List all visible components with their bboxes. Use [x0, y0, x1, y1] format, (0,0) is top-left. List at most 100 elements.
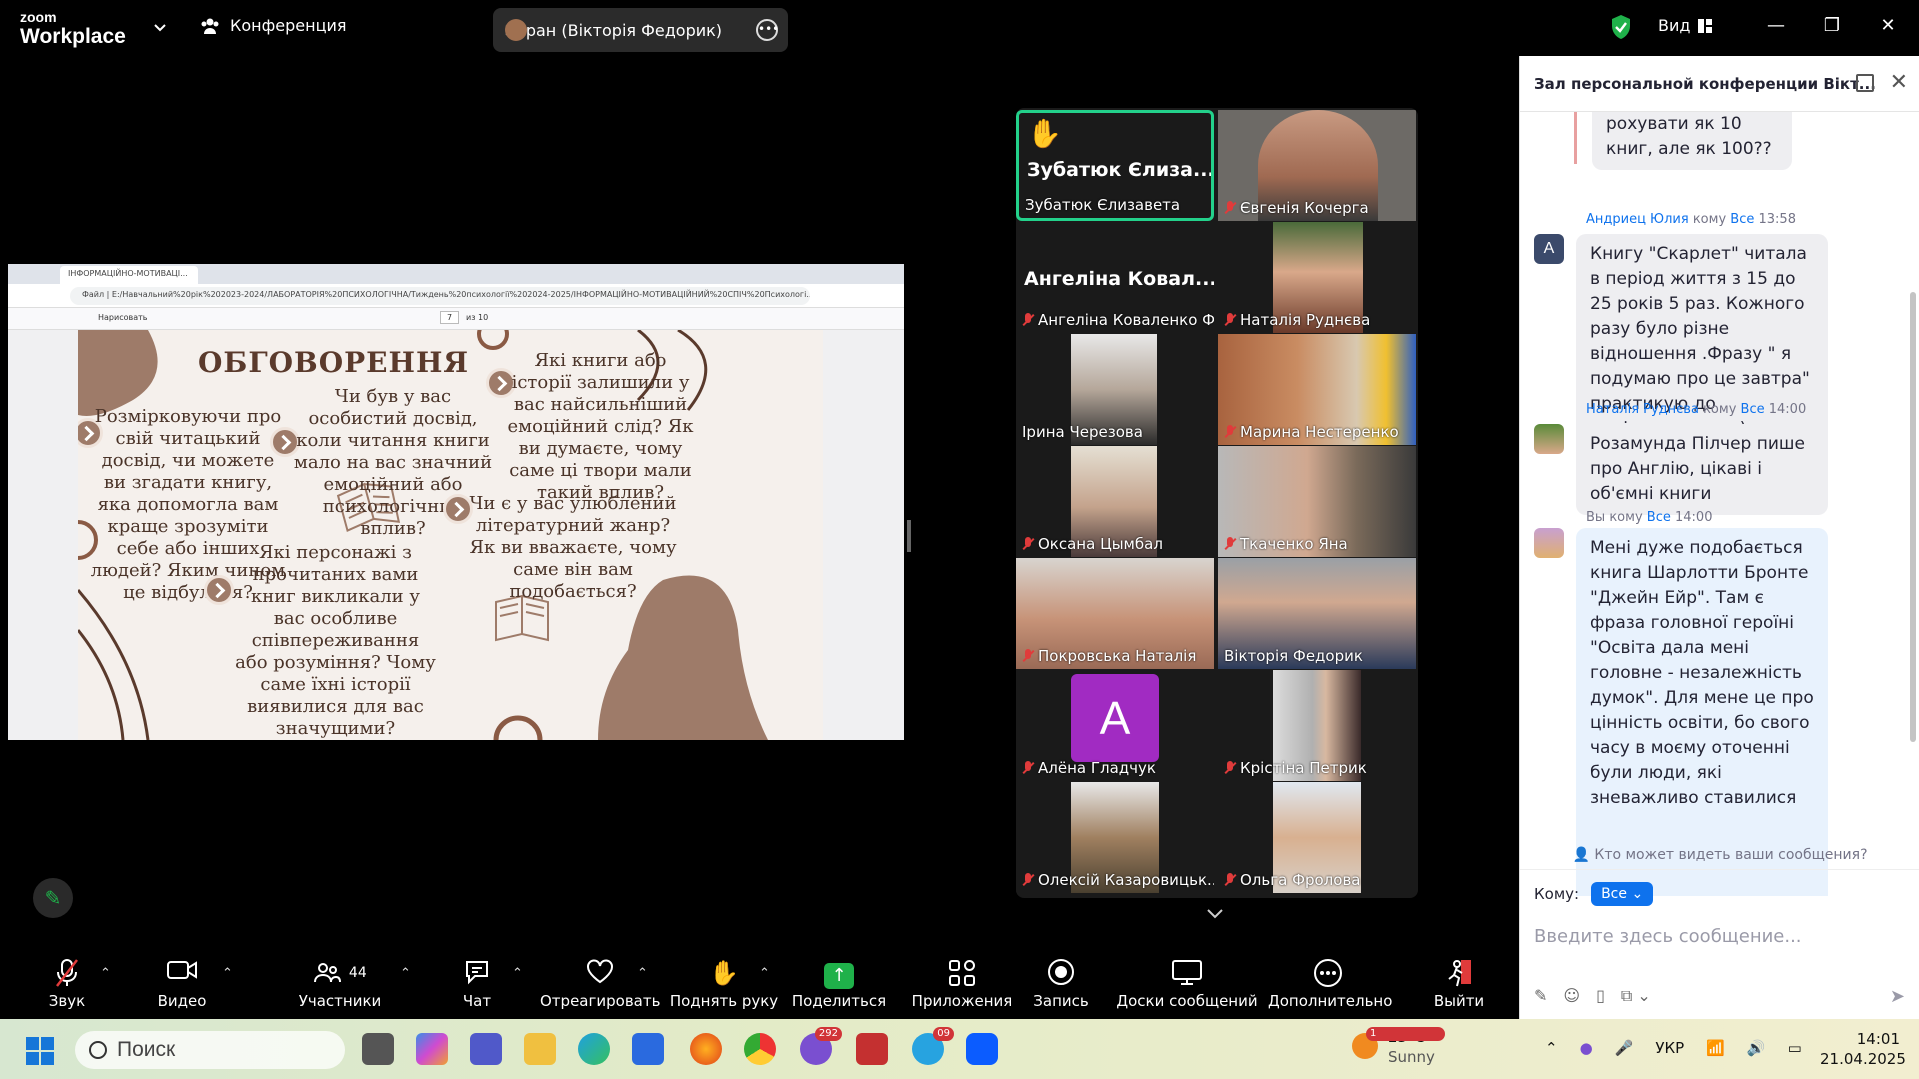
- chevron-down-icon[interactable]: [1200, 902, 1230, 926]
- participant-tile[interactable]: ✋ Зубатюк Єлиза... Зубатюк Єлизавета: [1016, 110, 1214, 221]
- edge-icon[interactable]: [578, 1033, 610, 1065]
- draw-button[interactable]: Нарисовать: [98, 313, 147, 322]
- participants-count: 44: [348, 965, 367, 981]
- teams-icon[interactable]: [470, 1033, 502, 1065]
- wifi-icon[interactable]: 📶: [1706, 1039, 1725, 1057]
- encryption-shield-icon[interactable]: [1610, 14, 1632, 40]
- task-view-icon[interactable]: [362, 1033, 394, 1065]
- zoom-window: zoom Workplace Конференция Экран (Віктор…: [0, 0, 1919, 1079]
- participant-name-row: Оксана Цымбал: [1022, 535, 1163, 553]
- more-options-icon[interactable]: •••: [756, 19, 779, 41]
- sender-name[interactable]: Наталія Руднєва: [1586, 402, 1699, 417]
- participant-tile[interactable]: Вікторія Федорик: [1218, 558, 1416, 669]
- participant-tile[interactable]: Наталія Руднєва: [1218, 222, 1416, 333]
- participant-tile[interactable]: Олексій Казаровицьк...: [1016, 782, 1214, 893]
- caret-up-icon[interactable]: ⌃: [400, 966, 411, 981]
- microphone-icon[interactable]: 🎤: [1615, 1039, 1634, 1057]
- leave-button[interactable]: Выйти: [1404, 958, 1514, 1010]
- pdf-right-margin: [823, 330, 904, 740]
- participant-tile[interactable]: Ольга Фролова: [1218, 782, 1416, 893]
- tray-app-icon[interactable]: ●: [1580, 1039, 1593, 1057]
- pdf-app-icon[interactable]: [856, 1033, 888, 1065]
- chat-message: рохувати як 10 книг, але як 100??: [1592, 112, 1792, 170]
- participant-tile[interactable]: Ірина Черезова: [1016, 334, 1214, 445]
- chrome-icon[interactable]: [744, 1033, 776, 1065]
- participant-tile[interactable]: Євгенія Кочерга: [1218, 110, 1416, 221]
- message-input[interactable]: Введите здесь сообщение...: [1534, 926, 1802, 947]
- participant-tile[interactable]: Крістіна Петрик: [1218, 670, 1416, 781]
- taskbar-search[interactable]: Поиск: [75, 1031, 345, 1069]
- popout-icon[interactable]: [1856, 74, 1874, 92]
- view-button[interactable]: Вид: [1658, 16, 1713, 35]
- participant-tile[interactable]: A Алёна Гладчук: [1016, 670, 1214, 781]
- caret-up-icon[interactable]: ⌃: [512, 966, 523, 981]
- viber-icon[interactable]: 292: [800, 1027, 842, 1065]
- participant-name-row: Олексій Казаровицьк...: [1022, 871, 1214, 889]
- format-icon[interactable]: ✎: [1534, 986, 1547, 1006]
- sender-name[interactable]: Андриец Юлия: [1586, 212, 1689, 227]
- close-chat-icon[interactable]: ✕: [1890, 70, 1908, 95]
- page-number-field[interactable]: 7: [440, 311, 460, 324]
- caret-up-icon[interactable]: ⌃: [637, 966, 648, 981]
- participant-tile[interactable]: Марина Нестеренко: [1218, 334, 1416, 445]
- language-indicator[interactable]: УКР: [1655, 1039, 1684, 1057]
- caret-up-icon[interactable]: ⌃: [222, 966, 233, 981]
- muted-mic-icon: [1224, 425, 1236, 439]
- apps-button[interactable]: Приложения: [902, 958, 1022, 1010]
- more-button[interactable]: Дополнительно: [1268, 958, 1393, 1010]
- participants-button[interactable]: 44 Участники: [285, 958, 395, 1010]
- participant-tile[interactable]: Ангеліна Ковал... Ангеліна Коваленко Ф..…: [1016, 222, 1214, 333]
- video-button[interactable]: Видео: [127, 958, 237, 1010]
- recipient-dropdown[interactable]: Все ⌄: [1591, 882, 1654, 906]
- muted-mic-icon: [1224, 761, 1236, 775]
- url-field[interactable]: Файл | E:/Навчальний%20рік%202023-2024/Л…: [70, 287, 810, 305]
- telegram-icon[interactable]: 09: [912, 1027, 954, 1065]
- copilot-icon[interactable]: [416, 1033, 448, 1065]
- emoji-icon[interactable]: ☺: [1563, 986, 1580, 1006]
- screen-share-indicator[interactable]: Экран (Вікторія Федорик) •••: [493, 8, 788, 52]
- zoom-app-icon[interactable]: [966, 1033, 998, 1065]
- file-icon[interactable]: ▯: [1596, 986, 1605, 1006]
- battery-icon[interactable]: ▭: [1788, 1039, 1802, 1057]
- file-explorer-icon[interactable]: [524, 1033, 556, 1065]
- more-label: Дополнительно: [1268, 992, 1393, 1010]
- conference-info-button[interactable]: Конференция: [200, 16, 347, 35]
- screenshot-icon[interactable]: ⧉ ⌄: [1621, 986, 1651, 1006]
- volume-icon[interactable]: 🔊: [1747, 1039, 1766, 1057]
- resize-handle[interactable]: [907, 520, 911, 552]
- send-icon[interactable]: ➤: [1890, 986, 1905, 1007]
- muted-mic-icon: [1224, 873, 1236, 887]
- participant-tile[interactable]: Ткаченко Яна: [1218, 446, 1416, 557]
- pdf-left-margin: [8, 330, 78, 740]
- annotate-pencil-icon[interactable]: ✎: [33, 878, 73, 918]
- chat-panel: Зал персональной конференции Вікт... ✕ р…: [1519, 56, 1919, 1019]
- chat-scrollbar[interactable]: [1910, 292, 1916, 742]
- browser-tab[interactable]: ІНФОРМАЦІЙНО-МОТИВАЦІ...: [60, 266, 198, 284]
- caret-up-icon[interactable]: ⌃: [100, 966, 111, 981]
- record-button[interactable]: Запись: [1006, 958, 1116, 1010]
- viber-badge: 292: [814, 1027, 842, 1041]
- close-icon[interactable]: ✕: [1876, 14, 1900, 38]
- minimize-icon[interactable]: —: [1764, 14, 1788, 38]
- chat-title: Зал персональной конференции Вікт...: [1534, 74, 1876, 93]
- chevron-up-icon[interactable]: ⌃: [1545, 1039, 1558, 1057]
- clock[interactable]: 14:01 21.04.2025: [1820, 1029, 1906, 1069]
- message-time: 13:58: [1758, 212, 1796, 227]
- whiteboards-button[interactable]: Доски сообщений: [1112, 958, 1262, 1010]
- chevron-down-icon[interactable]: [152, 19, 168, 35]
- restore-icon[interactable]: ❐: [1820, 14, 1844, 38]
- participant-name: Оксана Цымбал: [1038, 535, 1163, 553]
- firefox-icon[interactable]: [690, 1033, 722, 1065]
- logo-line1: zoom: [20, 9, 57, 25]
- who-can-see-link[interactable]: 👤 Кто может видеть ваши сообщения?: [1520, 840, 1919, 870]
- recipient-row: Кому: Все ⌄: [1534, 882, 1654, 906]
- windows-start-icon[interactable]: [26, 1037, 54, 1065]
- leave-icon: [1404, 958, 1514, 988]
- share-screen-button[interactable]: ↑ Поделиться: [784, 958, 894, 1010]
- caret-up-icon[interactable]: ⌃: [759, 966, 770, 981]
- participant-tile[interactable]: Покровська Наталія: [1016, 558, 1214, 669]
- people-icon: [201, 18, 219, 34]
- participant-tile[interactable]: Оксана Цымбал: [1016, 446, 1214, 557]
- store-icon[interactable]: [632, 1033, 664, 1065]
- weather-widget[interactable]: 1 23°C Sunny: [1352, 1027, 1445, 1067]
